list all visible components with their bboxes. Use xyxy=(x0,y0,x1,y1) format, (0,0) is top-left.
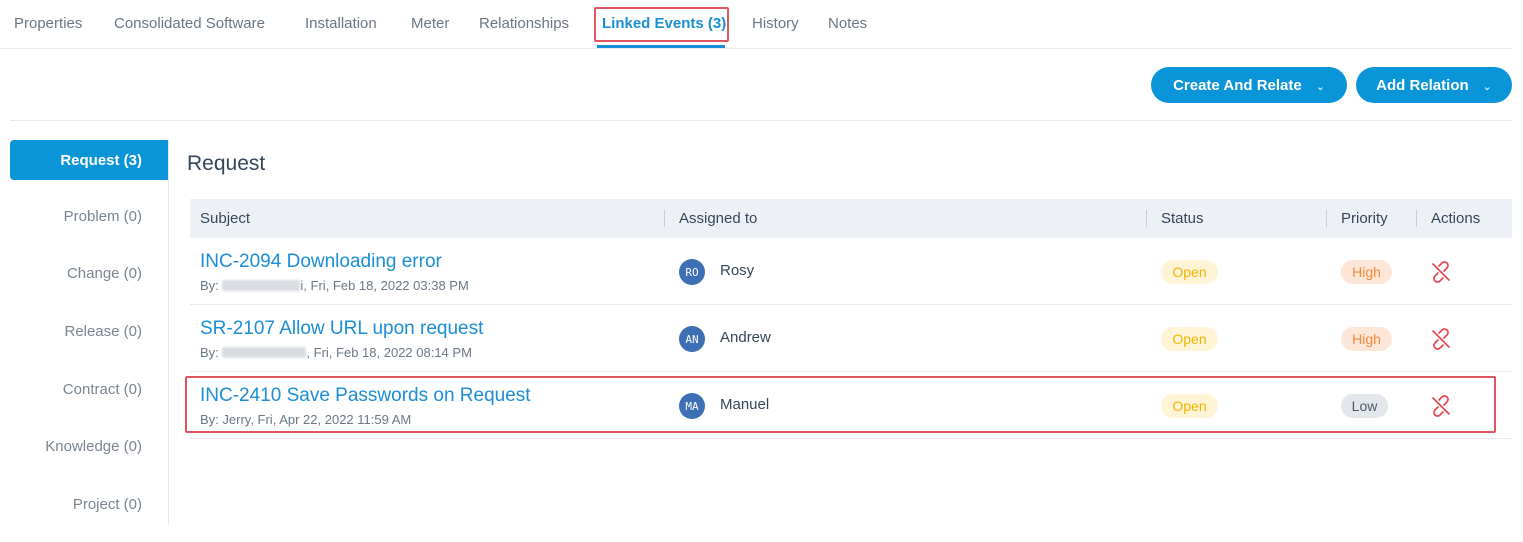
redacted-name xyxy=(222,280,301,291)
status-badge: Open xyxy=(1161,260,1218,284)
sidebar-item-knowledge[interactable]: Knowledge (0) xyxy=(45,438,142,455)
table-header: Subject Assigned to Status Priority Acti… xyxy=(190,199,1512,238)
active-tab-indicator xyxy=(597,45,725,48)
tab-relationships[interactable]: Relationships xyxy=(479,15,569,32)
assignee-name: Rosy xyxy=(720,262,755,279)
section-title: Request xyxy=(187,152,266,175)
sidebar-item-label: Request (3) xyxy=(60,151,142,169)
table-row: SR-2107 Allow URL upon request By: , Fri… xyxy=(190,305,1512,372)
event-type-sidebar: Request (3) Problem (0) Change (0) Relea… xyxy=(10,140,169,525)
avatar: AN xyxy=(679,326,705,352)
tab-installation[interactable]: Installation xyxy=(305,15,377,32)
column-separator[interactable] xyxy=(1416,210,1417,227)
column-separator[interactable] xyxy=(664,210,665,227)
chevron-down-icon: ⌄ xyxy=(1315,81,1325,93)
unlink-icon[interactable] xyxy=(1429,260,1453,284)
sidebar-item-contract[interactable]: Contract (0) xyxy=(63,381,142,398)
highlight-box-tab xyxy=(594,7,729,42)
column-assigned-to: Assigned to xyxy=(679,210,758,227)
chevron-down-icon: ⌄ xyxy=(1482,81,1492,93)
avatar: RO xyxy=(679,259,705,285)
sidebar-item-problem[interactable]: Problem (0) xyxy=(64,208,142,225)
request-subject-link[interactable]: SR-2107 Allow URL upon request xyxy=(200,318,483,340)
status-badge: Open xyxy=(1161,327,1218,351)
table-row: INC-2094 Downloading error By: i, Fri, F… xyxy=(190,238,1512,305)
byline-prefix: By: xyxy=(200,345,219,360)
column-separator[interactable] xyxy=(1146,210,1147,227)
tab-notes[interactable]: Notes xyxy=(828,15,867,32)
add-relation-button[interactable]: Add Relation ⌄ xyxy=(1356,67,1512,103)
byline-prefix: By: xyxy=(200,278,219,293)
column-actions: Actions xyxy=(1431,210,1481,227)
create-and-relate-button[interactable]: Create And Relate ⌄ xyxy=(1151,67,1347,103)
column-priority: Priority xyxy=(1341,210,1388,227)
unlink-icon[interactable] xyxy=(1429,327,1453,351)
tab-consolidated-software[interactable]: Consolidated Software xyxy=(114,15,265,32)
priority-badge: High xyxy=(1341,327,1392,351)
request-byline: By: i, Fri, Feb 18, 2022 03:38 PM xyxy=(200,278,469,293)
assignee-name: Andrew xyxy=(720,329,771,346)
highlight-box-row xyxy=(185,376,1496,433)
add-relation-label: Add Relation xyxy=(1376,76,1469,94)
byline-date: i, Fri, Feb 18, 2022 03:38 PM xyxy=(300,278,469,293)
redacted-name xyxy=(222,347,307,358)
column-status: Status xyxy=(1161,210,1204,227)
sidebar-item-release[interactable]: Release (0) xyxy=(64,323,142,340)
tab-meter[interactable]: Meter xyxy=(411,15,449,32)
priority-badge: High xyxy=(1341,260,1392,284)
create-and-relate-label: Create And Relate xyxy=(1173,76,1302,94)
byline-date: , Fri, Feb 18, 2022 08:14 PM xyxy=(306,345,472,360)
column-separator[interactable] xyxy=(1326,210,1327,227)
tab-bar: Properties Consolidated Software Install… xyxy=(0,0,1512,49)
tab-history[interactable]: History xyxy=(752,15,799,32)
tab-properties[interactable]: Properties xyxy=(14,15,82,32)
request-byline: By: , Fri, Feb 18, 2022 08:14 PM xyxy=(200,345,472,360)
sidebar-item-request[interactable]: Request (3) xyxy=(10,140,168,180)
toolbar-divider xyxy=(10,120,1512,121)
sidebar-item-change[interactable]: Change (0) xyxy=(67,265,142,282)
request-subject-link[interactable]: INC-2094 Downloading error xyxy=(200,251,442,273)
column-subject: Subject xyxy=(200,210,251,227)
sidebar-item-project[interactable]: Project (0) xyxy=(73,496,142,513)
